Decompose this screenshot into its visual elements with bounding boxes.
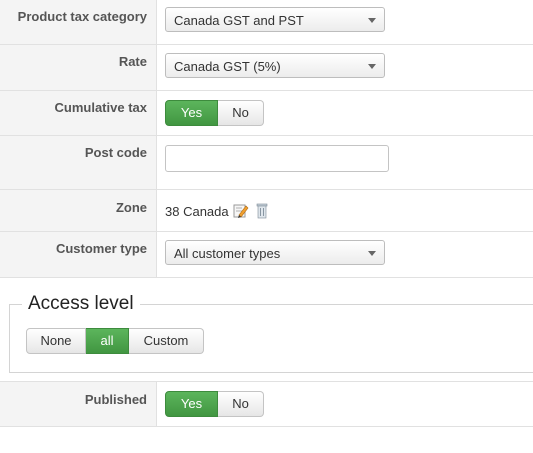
rate-select[interactable]: Canada GST (5%) [165, 53, 385, 78]
access-level-none-button[interactable]: None [26, 328, 86, 354]
chevron-down-icon [368, 18, 376, 23]
published-yes-button[interactable]: Yes [165, 391, 218, 417]
rate-label: Rate [118, 54, 147, 69]
access-level-all-button[interactable]: all [86, 328, 129, 354]
access-level-custom-button[interactable]: Custom [129, 328, 204, 354]
cumulative-tax-row: Cumulative tax Yes No [0, 91, 533, 136]
access-level-legend: Access level [28, 293, 134, 314]
customer-type-value: All customer types [174, 246, 281, 261]
customer-type-label: Customer type [55, 241, 147, 256]
rate-row: Rate Canada GST (5%) [0, 45, 533, 91]
product-tax-category-select[interactable]: Canada GST and PST [165, 7, 385, 32]
post-code-label: Post code [84, 145, 147, 160]
post-code-input[interactable] [165, 145, 389, 172]
cumulative-tax-label: Cumulative tax [54, 100, 147, 115]
cumulative-tax-yes-button[interactable]: Yes [165, 100, 218, 126]
pencil-edit-icon[interactable] [233, 203, 249, 219]
cumulative-tax-no-button[interactable]: No [218, 100, 264, 126]
zone-label: Zone [115, 200, 147, 215]
zone-row: Zone 38 Canada [0, 190, 533, 232]
cumulative-tax-toggle: Yes No [165, 100, 264, 126]
zone-value: 38 Canada [165, 203, 229, 219]
published-label: Published [84, 392, 147, 407]
customer-type-row: Customer type All customer types [0, 232, 533, 278]
customer-type-select[interactable]: All customer types [165, 240, 385, 265]
chevron-down-icon [368, 64, 376, 69]
product-tax-category-row: Product tax category Canada GST and PST [0, 0, 533, 45]
published-no-button[interactable]: No [218, 391, 264, 417]
chevron-down-icon [368, 251, 376, 256]
rate-value: Canada GST (5%) [174, 59, 281, 74]
published-toggle: Yes No [165, 391, 264, 417]
zone-value-group: 38 Canada [165, 203, 271, 219]
product-tax-category-value: Canada GST and PST [174, 13, 304, 28]
post-code-row: Post code [0, 136, 533, 190]
published-row: Published Yes No [0, 381, 533, 427]
access-level-toggle: None all Custom [26, 328, 204, 354]
product-tax-category-label: Product tax category [17, 9, 147, 24]
trash-delete-icon[interactable] [255, 203, 271, 219]
